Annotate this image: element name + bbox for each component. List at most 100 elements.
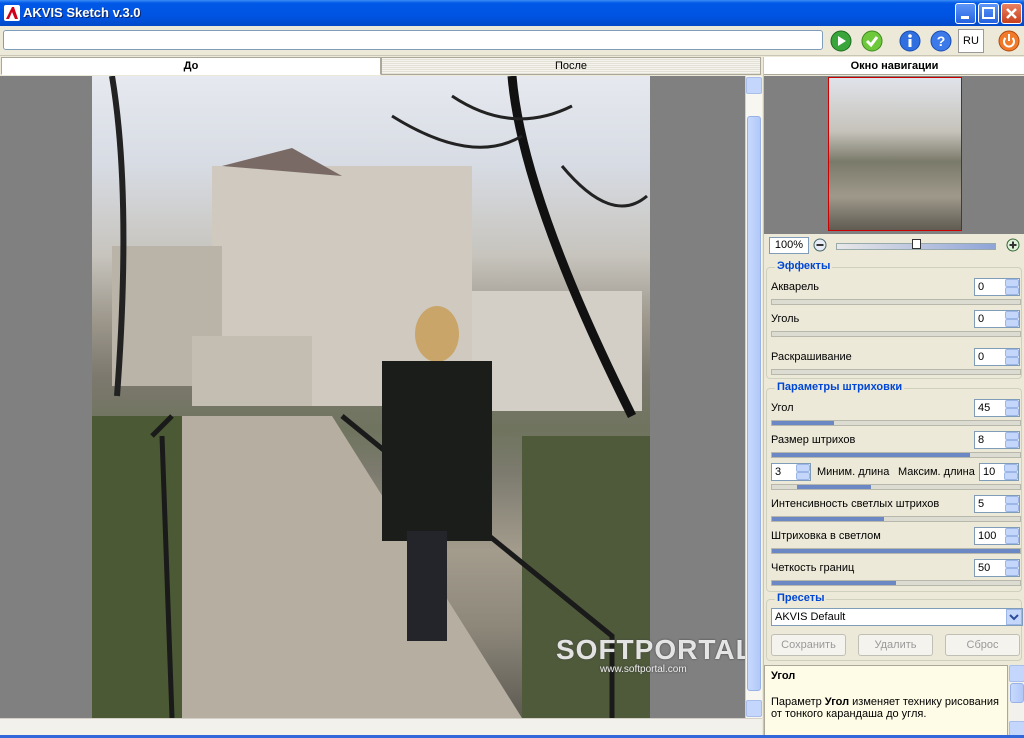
scroll-thumb[interactable] bbox=[747, 116, 761, 691]
light-hatching-slider[interactable] bbox=[771, 548, 1021, 554]
help-scroll-thumb[interactable] bbox=[1010, 683, 1024, 703]
svg-text:?: ? bbox=[937, 33, 946, 49]
help-text-prefix: Параметр bbox=[771, 696, 825, 708]
watercolor-slider[interactable] bbox=[771, 299, 1021, 305]
max-length-input[interactable]: 10 bbox=[979, 463, 1019, 481]
param-edge-clarity: Четкость границ 50 bbox=[769, 559, 1023, 589]
preset-select[interactable]: AKVIS Default bbox=[771, 608, 1023, 626]
watermark-url: www.softportal.com bbox=[600, 664, 687, 675]
light-intensity-spinner-icon[interactable] bbox=[1005, 496, 1019, 512]
help-scroll-up-icon[interactable] bbox=[1009, 665, 1024, 682]
help-title: Угол bbox=[771, 670, 796, 682]
stroke-size-label: Размер штрихов bbox=[771, 434, 856, 446]
angle-spinner-icon[interactable] bbox=[1005, 400, 1019, 416]
angle-input[interactable]: 45 bbox=[974, 399, 1020, 417]
help-scrollbar[interactable] bbox=[1009, 665, 1024, 738]
angle-slider[interactable] bbox=[771, 420, 1021, 426]
light-intensity-label: Интенсивность светлых штрихов bbox=[771, 498, 940, 510]
charcoal-spinner-icon[interactable] bbox=[1005, 311, 1019, 327]
view-tabs: До После bbox=[0, 57, 762, 75]
watercolor-spinner-icon[interactable] bbox=[1005, 279, 1019, 295]
edge-clarity-spinner-icon[interactable] bbox=[1005, 560, 1019, 576]
help-box: Угол Параметр Угол изменяет технику рисо… bbox=[764, 665, 1008, 738]
image-canvas[interactable] bbox=[0, 76, 745, 718]
angle-label: Угол bbox=[771, 402, 794, 414]
param-angle: Угол 45 bbox=[769, 399, 1023, 429]
charcoal-input[interactable]: 0 bbox=[974, 310, 1020, 328]
save-preset-button[interactable]: Сохранить bbox=[771, 634, 846, 656]
close-button[interactable] bbox=[1001, 3, 1022, 24]
minimize-button[interactable] bbox=[955, 3, 976, 24]
edge-clarity-slider[interactable] bbox=[771, 580, 1021, 586]
param-watercolor: Акварель 0 bbox=[769, 278, 1023, 308]
light-hatching-label: Штриховка в светлом bbox=[771, 530, 881, 542]
zoom-out-icon[interactable] bbox=[813, 238, 827, 252]
watercolor-label: Акварель bbox=[771, 281, 820, 293]
maximize-button[interactable] bbox=[978, 3, 999, 24]
delete-preset-button[interactable]: Удалить bbox=[858, 634, 933, 656]
chevron-down-icon[interactable] bbox=[1006, 609, 1022, 625]
info-icon[interactable] bbox=[898, 29, 922, 53]
tab-after[interactable]: После bbox=[381, 57, 761, 75]
stroke-size-slider[interactable] bbox=[771, 452, 1021, 458]
hatching-title: Параметры штриховки bbox=[775, 381, 905, 393]
param-coloring: Раскрашивание 0 bbox=[769, 348, 1023, 378]
light-intensity-input[interactable]: 5 bbox=[974, 495, 1020, 513]
edge-clarity-label: Четкость границ bbox=[771, 562, 855, 574]
help-icon[interactable]: ? bbox=[929, 29, 953, 53]
window-title: AKVIS Sketch v.3.0 bbox=[23, 5, 141, 20]
light-hatching-input[interactable]: 100 bbox=[974, 527, 1020, 545]
help-text-bold: Угол bbox=[824, 696, 850, 708]
navigator-area bbox=[764, 76, 1024, 234]
run-icon[interactable] bbox=[829, 29, 853, 53]
hatching-group: Параметры штриховки Угол 45 Размер штрих… bbox=[766, 381, 1023, 592]
preset-selected-value: AKVIS Default bbox=[775, 611, 846, 623]
canvas-horizontal-scrollbar[interactable] bbox=[0, 718, 762, 735]
photo-preview bbox=[92, 76, 650, 718]
language-button[interactable]: RU bbox=[958, 29, 984, 53]
coloring-slider[interactable] bbox=[771, 369, 1021, 375]
length-range-slider[interactable] bbox=[771, 484, 1021, 490]
max-length-spinner-icon[interactable] bbox=[1004, 464, 1018, 480]
watermark-brand: SOFTPORTAL bbox=[556, 634, 754, 665]
title-bar: AKVIS Sketch v.3.0 bbox=[0, 0, 1024, 26]
tab-before[interactable]: До bbox=[1, 57, 381, 75]
presets-title: Пресеты bbox=[775, 592, 827, 604]
navigator-thumbnail[interactable] bbox=[828, 77, 962, 231]
coloring-label: Раскрашивание bbox=[771, 351, 852, 363]
min-length-label: Миним. длина bbox=[817, 466, 890, 478]
zoom-in-icon[interactable] bbox=[1006, 238, 1020, 252]
param-light-hatching: Штриховка в светлом 100 bbox=[769, 527, 1023, 557]
effects-title: Эффекты bbox=[775, 260, 833, 272]
settings-panel: Окно навигации 100% Эффекты Акварель 0 У… bbox=[763, 57, 1024, 738]
reset-button[interactable]: Сброс bbox=[945, 634, 1020, 656]
min-length-input[interactable]: 3 bbox=[771, 463, 811, 481]
path-field[interactable] bbox=[3, 30, 823, 50]
coloring-spinner-icon[interactable] bbox=[1005, 349, 1019, 365]
effects-group: Эффекты Акварель 0 Уголь 0 Раскрашивание… bbox=[766, 260, 1023, 379]
param-stroke-size: Размер штрихов 8 bbox=[769, 431, 1023, 461]
canvas-vertical-scrollbar[interactable] bbox=[745, 76, 762, 718]
scroll-down-arrow-icon[interactable] bbox=[746, 700, 762, 717]
stroke-size-spinner-icon[interactable] bbox=[1005, 432, 1019, 448]
charcoal-label: Уголь bbox=[771, 313, 800, 325]
charcoal-slider[interactable] bbox=[771, 331, 1021, 337]
akvis-logo-icon bbox=[4, 5, 20, 21]
edge-clarity-input[interactable]: 50 bbox=[974, 559, 1020, 577]
param-light-intensity: Интенсивность светлых штрихов 5 bbox=[769, 495, 1023, 525]
param-charcoal: Уголь 0 bbox=[769, 310, 1023, 340]
navigator-title: Окно навигации bbox=[764, 57, 1024, 75]
presets-group: Пресеты AKVIS Default Сохранить Удалить … bbox=[766, 592, 1023, 661]
min-length-spinner-icon[interactable] bbox=[796, 464, 810, 480]
apply-check-icon[interactable] bbox=[860, 29, 884, 53]
stroke-size-input[interactable]: 8 bbox=[974, 431, 1020, 449]
power-icon[interactable] bbox=[997, 29, 1021, 53]
zoom-slider-knob[interactable] bbox=[912, 239, 921, 249]
light-intensity-slider[interactable] bbox=[771, 516, 1021, 522]
param-stroke-length: 3 Миним. длина Максим. длина 10 bbox=[769, 463, 1023, 493]
watercolor-input[interactable]: 0 bbox=[974, 278, 1020, 296]
coloring-input[interactable]: 0 bbox=[974, 348, 1020, 366]
light-hatching-spinner-icon[interactable] bbox=[1005, 528, 1019, 544]
scroll-up-arrow-icon[interactable] bbox=[746, 77, 762, 94]
zoom-level-field[interactable]: 100% bbox=[769, 237, 809, 254]
